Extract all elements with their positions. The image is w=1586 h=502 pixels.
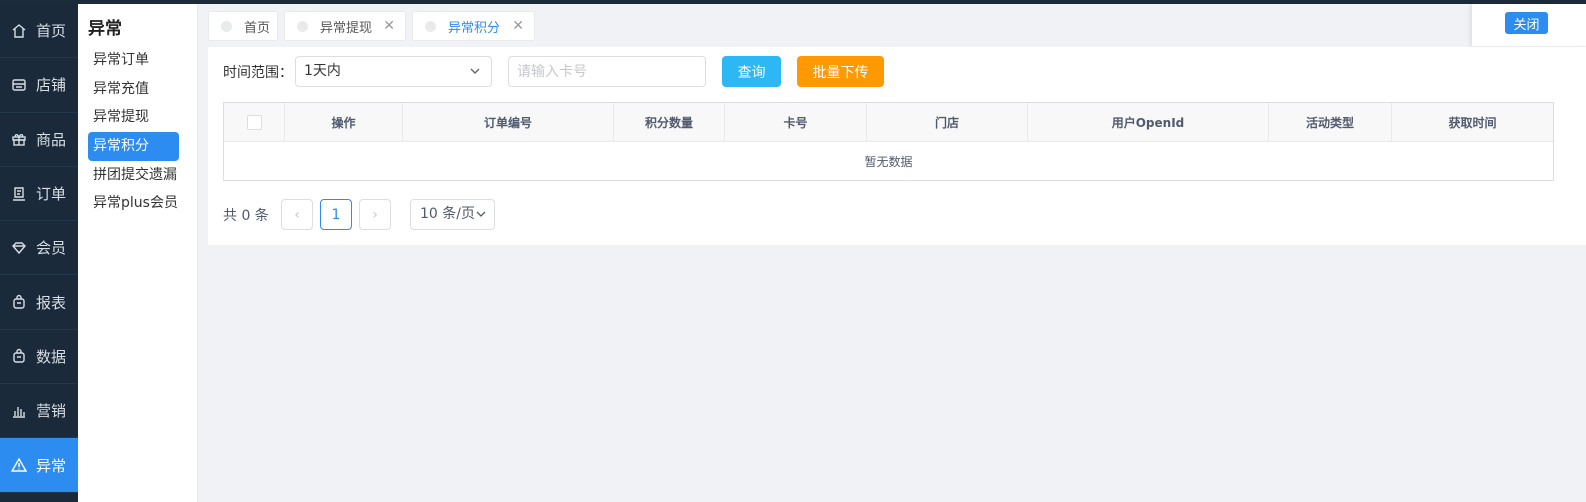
prev-page-button[interactable]: ‹ <box>281 199 313 230</box>
column-header: 积分数量 <box>614 103 725 141</box>
nav-item-member[interactable]: 会员 <box>0 221 78 276</box>
sub-menu: 异常 异常订单 异常充值 异常提现 异常积分 拼团提交遗漏 异常plus会员 <box>78 4 198 502</box>
page-button-current[interactable]: 1 <box>320 199 352 230</box>
nav-item-label: 异常 <box>36 456 67 475</box>
tab-status-dot <box>425 20 436 32</box>
nav-item-exception[interactable]: 异常 <box>0 438 78 493</box>
column-header: 操作 <box>285 103 403 141</box>
nav-item-order[interactable]: 订单 <box>0 167 78 222</box>
top-strip <box>0 0 1586 4</box>
store-icon <box>10 76 28 94</box>
home-icon <box>10 22 28 40</box>
nav-item-label: 订单 <box>36 185 67 204</box>
tab-label: 异常积分 <box>448 20 501 36</box>
tab-exception-withdraw[interactable]: 异常提现 ✕ <box>284 11 406 41</box>
tab-status-dot <box>297 20 308 32</box>
chevron-right-icon: › <box>372 206 378 223</box>
nav-item-label: 会员 <box>36 239 67 258</box>
gift-icon <box>10 130 28 148</box>
time-range-select[interactable]: 1天内 <box>295 56 492 87</box>
submenu-item-plus-member[interactable]: 异常plus会员 <box>88 189 179 218</box>
nav-item-label: 商品 <box>36 130 67 149</box>
nav-item-goods[interactable]: 商品 <box>0 113 78 167</box>
submenu-item-withdraw[interactable]: 异常提现 <box>88 103 179 132</box>
nav-item-label: 数据 <box>36 347 67 366</box>
chevron-left-icon: ‹ <box>294 206 300 223</box>
close-icon[interactable]: ✕ <box>383 18 395 34</box>
submenu-item-group-missing[interactable]: 拼团提交遗漏 <box>88 161 179 190</box>
submenu-item-recharge[interactable]: 异常充值 <box>88 75 179 104</box>
order-icon <box>10 185 28 203</box>
page-size-value: 10 条/页 <box>420 206 475 222</box>
bag-icon <box>10 293 28 311</box>
next-page-button[interactable]: › <box>359 199 391 230</box>
nav-item-label: 店铺 <box>36 76 67 95</box>
nav-item-home[interactable]: 首页 <box>0 4 78 59</box>
close-all-button[interactable]: 关闭 <box>1505 12 1548 34</box>
time-range-label: 时间范围： <box>223 65 293 81</box>
card-number-input[interactable] <box>508 56 706 87</box>
nav-item-report[interactable]: 报表 <box>0 275 78 330</box>
main-nav: 首页 店铺 商品 订单 会员 报表 数据 营销 异常 <box>0 4 78 502</box>
table-header: 操作 订单编号 积分数量 卡号 门店 用户OpenId 活动类型 获取时间 <box>224 103 1553 142</box>
submenu-item-points[interactable]: 异常积分 <box>88 132 179 161</box>
points-table: 操作 订单编号 积分数量 卡号 门店 用户OpenId 活动类型 获取时间 暂无… <box>223 102 1554 181</box>
bar-chart-icon <box>10 402 28 420</box>
batch-upload-button[interactable]: 批量下传 <box>797 56 884 87</box>
tab-exception-points[interactable]: 异常积分 ✕ <box>412 11 535 41</box>
empty-state: 暂无数据 <box>864 154 913 169</box>
nav-item-label: 首页 <box>36 22 67 41</box>
column-header: 门店 <box>867 103 1028 141</box>
column-header: 订单编号 <box>403 103 614 141</box>
column-header: 活动类型 <box>1269 103 1392 141</box>
column-header: 卡号 <box>725 103 867 141</box>
submenu-title: 异常 <box>88 19 122 39</box>
time-range-value: 1天内 <box>304 63 341 79</box>
chevron-down-icon <box>469 57 481 97</box>
nav-item-label: 报表 <box>36 293 67 312</box>
total-count: 共 0 条 <box>223 208 269 224</box>
nav-item-marketing[interactable]: 营销 <box>0 384 78 439</box>
tab-label: 异常提现 <box>320 20 373 36</box>
nav-item-label: 营销 <box>36 402 67 421</box>
page-size-select[interactable]: 10 条/页 <box>410 199 495 230</box>
warning-icon <box>10 456 28 474</box>
tab-label: 首页 <box>244 20 271 36</box>
nav-item-store[interactable]: 店铺 <box>0 58 78 113</box>
submenu-item-order[interactable]: 异常订单 <box>88 46 179 75</box>
query-button[interactable]: 查询 <box>722 56 781 87</box>
column-header: 用户OpenId <box>1028 103 1269 141</box>
tab-status-dot <box>221 20 232 32</box>
tab-home[interactable]: 首页 <box>208 11 278 41</box>
select-all-checkbox[interactable] <box>246 114 262 130</box>
close-icon[interactable]: ✕ <box>512 18 524 34</box>
nav-item-data[interactable]: 数据 <box>0 330 78 385</box>
bag-icon <box>10 347 28 365</box>
column-header: 获取时间 <box>1448 115 1497 130</box>
chevron-down-icon <box>476 200 486 240</box>
header-select-all <box>224 103 285 141</box>
diamond-icon <box>10 239 28 257</box>
